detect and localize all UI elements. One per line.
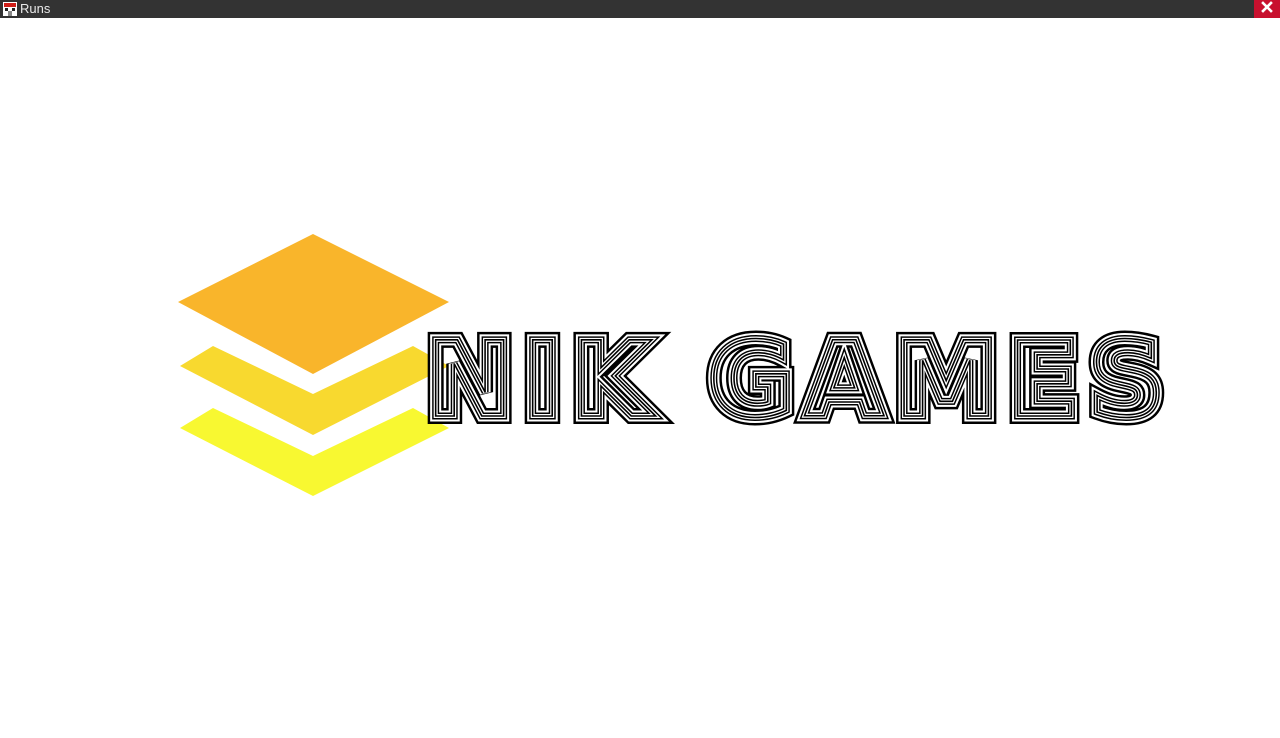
app-window: Runs NIK GAMES NIK GAMES NIK GAMES NIK G… bbox=[0, 0, 1280, 738]
splash-screen: NIK GAMES NIK GAMES NIK GAMES NIK GAMES … bbox=[0, 18, 1280, 738]
brand-wordmark: NIK GAMES NIK GAMES NIK GAMES NIK GAMES … bbox=[418, 311, 1174, 449]
title-bar[interactable]: Runs bbox=[0, 0, 1280, 18]
close-icon bbox=[1261, 0, 1273, 18]
game-app-icon bbox=[2, 1, 18, 17]
close-button[interactable] bbox=[1254, 0, 1280, 18]
brand-logo: NIK GAMES NIK GAMES NIK GAMES NIK GAMES … bbox=[178, 234, 1174, 496]
wordmark-stripe-3: NIK GAMES bbox=[426, 319, 1174, 441]
stacked-layers-icon bbox=[178, 234, 449, 496]
window-title: Runs bbox=[20, 1, 51, 16]
